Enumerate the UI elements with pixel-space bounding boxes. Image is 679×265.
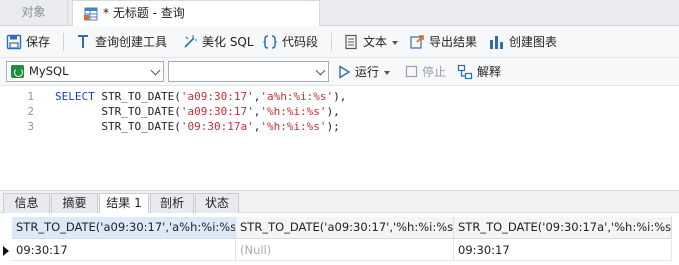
save-icon xyxy=(6,34,22,49)
run-label: 运行 xyxy=(355,65,380,79)
table-cell[interactable]: 09:30:17 xyxy=(454,240,672,261)
query-toolbar: 保存 查询创建工具 美化 SQL 代码段 文本 导出结果 创建图表 xyxy=(0,26,679,58)
document-tab-strip: 对象 * 无标题 - 查询 xyxy=(0,0,679,27)
line-number: 3 xyxy=(27,120,34,133)
connection-bar: MySQL 运行 停止 解释 xyxy=(0,58,679,86)
text-menu-button[interactable]: 文本 xyxy=(343,31,399,53)
connection-select-value: MySQL xyxy=(29,64,69,78)
tab-result-1[interactable]: 结果 1 xyxy=(99,193,149,214)
explain-icon xyxy=(457,64,473,79)
magic-wand-icon xyxy=(184,34,197,48)
chevron-down-icon xyxy=(392,40,399,45)
query-builder-label: 查询创建工具 xyxy=(95,35,168,49)
braces-icon xyxy=(263,34,277,49)
run-button[interactable]: 运行 xyxy=(337,62,391,82)
toolbar-divider xyxy=(63,33,64,51)
save-button[interactable]: 保存 xyxy=(6,31,50,53)
tab-objects-label: 对象 xyxy=(21,5,46,19)
bar-chart-icon xyxy=(490,35,503,49)
stop-label: 停止 xyxy=(422,65,447,79)
line-number-gutter: 1 2 3 xyxy=(0,86,38,190)
result-tab-strip: 信息 摘要 结果 1 剖析 状态 xyxy=(0,190,679,214)
column-header[interactable]: STR_TO_DATE('a09:30:17','a%h:%i:%s') xyxy=(12,217,236,239)
code-area: SELECT STR_TO_DATE('a09:30:17','a%h:%i:%… xyxy=(55,86,346,151)
chevron-down-icon xyxy=(150,65,161,76)
line-number: 1 xyxy=(27,90,34,103)
create-chart-button[interactable]: 创建图表 xyxy=(489,31,557,53)
code-snippet-button[interactable]: 代码段 xyxy=(262,31,318,53)
code-line: SELECT STR_TO_DATE('a09:30:17','a%h:%i:%… xyxy=(55,90,347,103)
explain-button[interactable]: 解释 xyxy=(457,62,501,82)
code-line: STR_TO_DATE('09:30:17a','%h:%i:%s'); xyxy=(101,120,340,133)
toolbar-divider xyxy=(331,33,332,51)
tab-status[interactable]: 状态 xyxy=(195,193,239,213)
beautify-sql-label: 美化 SQL xyxy=(202,35,254,49)
sql-editor[interactable]: 1 2 3 SELECT STR_TO_DATE('a09:30:17','a%… xyxy=(0,86,679,190)
query-builder-button[interactable]: 查询创建工具 xyxy=(75,31,167,53)
tab-info[interactable]: 信息 xyxy=(3,193,50,213)
beautify-sql-button[interactable]: 美化 SQL xyxy=(182,31,254,53)
current-row-indicator-icon xyxy=(3,246,9,256)
text-menu-label: 文本 xyxy=(363,35,388,49)
code-line: STR_TO_DATE('a09:30:17','%h:%i:%s'), xyxy=(101,105,340,118)
column-header[interactable]: STR_TO_DATE('09:30:17a','%h:%i:%s') xyxy=(454,217,672,239)
code-snippet-label: 代码段 xyxy=(282,35,319,49)
tab-summary[interactable]: 摘要 xyxy=(51,193,98,213)
tab-profile[interactable]: 剖析 xyxy=(150,193,194,213)
chevron-down-icon xyxy=(315,65,326,76)
export-results-label: 导出结果 xyxy=(429,35,478,49)
table-cell[interactable]: 09:30:17 xyxy=(12,240,236,261)
column-header[interactable]: STR_TO_DATE('a09:30:17','%h:%i:%s') xyxy=(236,217,454,239)
chevron-down-icon xyxy=(384,70,391,75)
tab-objects[interactable]: 对象 xyxy=(0,0,68,26)
export-results-button[interactable]: 导出结果 xyxy=(409,31,477,53)
line-number: 2 xyxy=(27,105,34,118)
export-icon xyxy=(410,34,424,49)
save-label: 保存 xyxy=(26,35,51,49)
explain-label: 解释 xyxy=(477,65,502,79)
database-select[interactable] xyxy=(168,61,329,82)
connection-select[interactable]: MySQL xyxy=(6,61,164,82)
stop-button[interactable]: 停止 xyxy=(405,62,446,82)
query-builder-icon xyxy=(78,34,88,48)
tab-query-label: * 无标题 - 查询 xyxy=(103,6,185,20)
play-icon xyxy=(339,64,351,79)
query-table-icon xyxy=(84,7,98,21)
tab-query[interactable]: * 无标题 - 查询 xyxy=(72,0,320,27)
stop-icon xyxy=(405,65,418,78)
result-grid: STR_TO_DATE('a09:30:17','a%h:%i:%s') STR… xyxy=(0,213,679,265)
mysql-icon xyxy=(11,65,24,78)
create-chart-label: 创建图表 xyxy=(509,35,558,49)
document-icon xyxy=(345,34,357,49)
table-cell-null[interactable]: (Null) xyxy=(236,240,454,261)
